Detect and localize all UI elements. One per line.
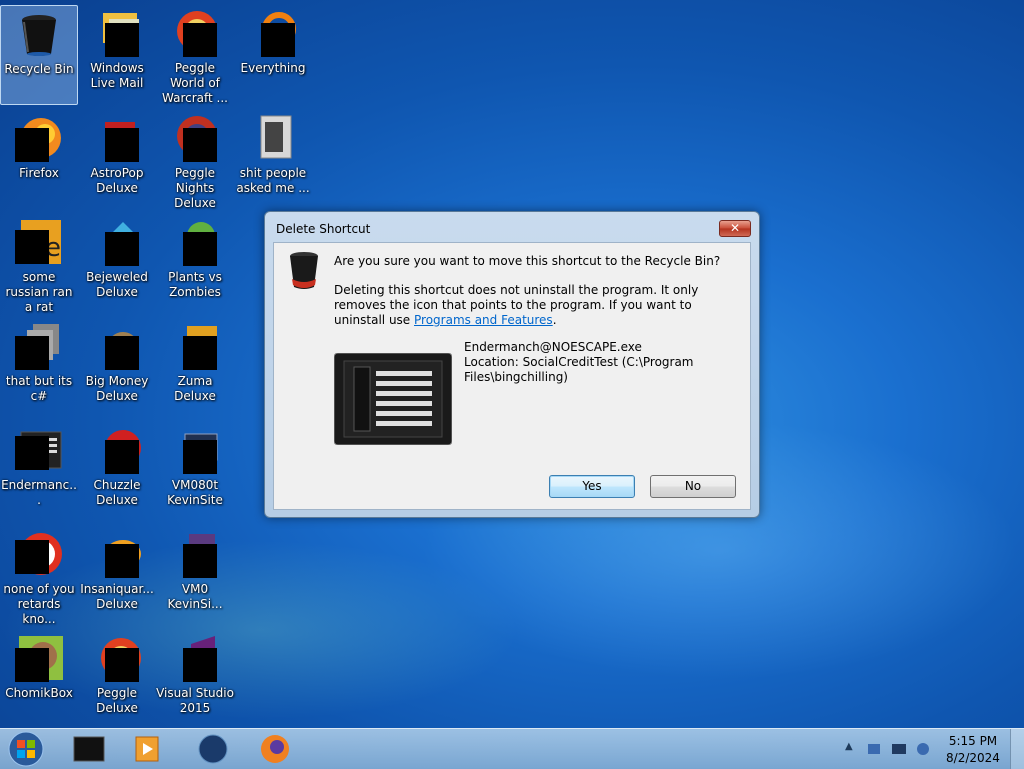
- plant-icon: [171, 218, 219, 266]
- yes-button[interactable]: Yes: [549, 475, 635, 498]
- clock-date[interactable]: 8/2/2024: [943, 751, 1003, 765]
- desktop-icon-insaniquarium[interactable]: Insaniquar... Deluxe: [78, 526, 156, 626]
- info-text-end: .: [552, 313, 557, 327]
- chomikbox-icon: [15, 634, 63, 682]
- desktop-icon-windows-live-mail[interactable]: Windows Live Mail: [78, 5, 156, 105]
- astropop-icon: [93, 114, 141, 162]
- chuzzle-icon: [93, 426, 141, 474]
- taskbar: ▲ 5:15 PM 8/2/2024: [0, 728, 1024, 769]
- confirm-question: Are you sure you want to move this short…: [334, 254, 721, 268]
- recycle-bin-icon: [22, 15, 56, 56]
- volume-icon[interactable]: [915, 741, 931, 757]
- visual-studio-icon: [171, 634, 219, 682]
- desktop-icon-label: Bejeweled Deluxe: [86, 270, 148, 299]
- desktop-icon-label: VM0 KevinSi...: [167, 582, 223, 611]
- delete-shortcut-dialog: Delete Shortcut ✕ Are you sure you want …: [264, 211, 760, 518]
- desktop-icon-label: AstroPop Deluxe: [90, 166, 144, 195]
- desktop-icon-label: Endermanc...: [1, 478, 77, 507]
- desktop-icon-visual-studio[interactable]: Visual Studio 2015: [156, 630, 234, 730]
- no-button[interactable]: No: [650, 475, 736, 498]
- globe-icon[interactable]: [188, 731, 238, 767]
- dialog-title: Delete Shortcut: [276, 222, 371, 236]
- money-bag-icon: [93, 322, 141, 370]
- app-icon: [15, 530, 63, 578]
- peggle-icon: [171, 9, 219, 57]
- document-icon: e: [15, 218, 63, 266]
- desktop-icon-firefox[interactable]: Firefox: [0, 110, 78, 210]
- monitor-icon: [171, 426, 219, 474]
- desktop-icon-chomikbox[interactable]: ChomikBox: [0, 630, 78, 730]
- close-button[interactable]: ✕: [719, 220, 751, 237]
- desktop-icon-bejeweled[interactable]: Bejeweled Deluxe: [78, 214, 156, 314]
- media-player-icon[interactable]: [122, 731, 172, 767]
- file-name: Endermanch@NOESCAPE.exe: [464, 340, 642, 354]
- desktop-icon-shit-people[interactable]: shit people asked me ...: [234, 110, 312, 210]
- mail-icon: [93, 9, 141, 57]
- desktop-icon-label: that but its c#: [5, 374, 73, 403]
- desktop-icon-astropop[interactable]: AstroPop Deluxe: [78, 110, 156, 210]
- monitor-tray-icon[interactable]: [891, 741, 907, 757]
- app-icon: [15, 426, 63, 474]
- start-button[interactable]: [6, 731, 46, 767]
- desktop-icon-label: shit people asked me ...: [236, 166, 310, 195]
- desktop-icon-peggle-wow[interactable]: Peggle World of Warcraft ...: [156, 5, 234, 105]
- desktop-icon-label: Visual Studio 2015: [156, 686, 234, 715]
- desktop-icon-endermanch[interactable]: Endermanc...: [0, 422, 78, 522]
- desktop-icon-label: Zuma Deluxe: [174, 374, 216, 403]
- desktop-icon-label: Plants vs Zombies: [168, 270, 222, 299]
- search-icon: [249, 9, 297, 57]
- desktop-icon-label: Chuzzle Deluxe: [93, 478, 141, 507]
- desktop-icon-label: Big Money Deluxe: [85, 374, 149, 403]
- zuma-icon: [171, 322, 219, 370]
- show-desktop-button[interactable]: [1010, 729, 1024, 769]
- recycle-bin-icon: [290, 252, 318, 289]
- folder-icon: [249, 114, 297, 162]
- desktop-icon-russian-rat[interactable]: e some russian ran a rat: [0, 214, 78, 314]
- desktop-icon-peggle-nights[interactable]: Peggle Nights Deluxe: [156, 110, 234, 210]
- desktop-icon-label: none of you retards kno...: [3, 582, 75, 626]
- desktop-icon-label: Windows Live Mail: [90, 61, 144, 90]
- peggle-icon: [93, 634, 141, 682]
- desktop-icon-label: VM080t KevinSite: [167, 478, 223, 507]
- firefox-icon: [15, 114, 63, 162]
- fish-icon: [93, 530, 141, 578]
- desktop-icon-pvz[interactable]: Plants vs Zombies: [156, 214, 234, 314]
- network-icon[interactable]: [866, 741, 882, 757]
- info-text: Deleting this shortcut does not uninstal…: [334, 283, 732, 328]
- desktop-icon-label: some russian ran a rat: [5, 270, 73, 314]
- desktop-icon-label: Recycle Bin: [4, 62, 74, 76]
- desktop-icon-chuzzle[interactable]: Chuzzle Deluxe: [78, 422, 156, 522]
- shortcut-file-icon: [334, 353, 452, 445]
- desktop-icon-zuma[interactable]: Zuma Deluxe: [156, 318, 234, 418]
- peggle-nights-icon: [171, 114, 219, 162]
- tray-expand-icon[interactable]: ▲: [845, 741, 857, 755]
- desktop-icon-big-money[interactable]: Big Money Deluxe: [78, 318, 156, 418]
- desktop-icon-label: Peggle World of Warcraft ...: [162, 61, 228, 105]
- desktop-icon-peggle-deluxe[interactable]: Peggle Deluxe: [78, 630, 156, 730]
- desktop-icon-label: Everything: [240, 61, 306, 75]
- folder-stack-icon: [15, 322, 63, 370]
- monitor-icon: [171, 530, 219, 578]
- desktop-icon-vm080t[interactable]: VM080t KevinSite: [156, 422, 234, 522]
- file-location: Location: SocialCreditTest (C:\Program F…: [464, 355, 694, 384]
- desktop-icon-label: Firefox: [19, 166, 59, 180]
- desktop-icon-none-of-you[interactable]: none of you retards kno...: [0, 526, 78, 626]
- desktop-icon-label: Peggle Nights Deluxe: [174, 166, 216, 210]
- desktop-icon-label: Insaniquar... Deluxe: [80, 582, 154, 611]
- firefox-icon[interactable]: [250, 731, 300, 767]
- desktop-icon-recycle-bin[interactable]: Recycle Bin: [0, 5, 78, 105]
- close-icon: ✕: [729, 221, 741, 235]
- desktop-icon-label: ChomikBox: [5, 686, 73, 700]
- desktop-icon-that-but-c[interactable]: that but its c#: [0, 318, 78, 418]
- programs-and-features-link[interactable]: Programs and Features: [414, 313, 553, 327]
- desktop-icon-vm0[interactable]: VM0 KevinSi...: [156, 526, 234, 626]
- desktop-icon-everything[interactable]: Everything: [234, 5, 312, 105]
- bejeweled-icon: [93, 218, 141, 266]
- desktop-icon-label: Peggle Deluxe: [96, 686, 138, 715]
- taskbar-app-icon[interactable]: [64, 731, 114, 767]
- dialog-body: Are you sure you want to move this short…: [273, 242, 751, 510]
- clock-time[interactable]: 5:15 PM: [943, 734, 1003, 748]
